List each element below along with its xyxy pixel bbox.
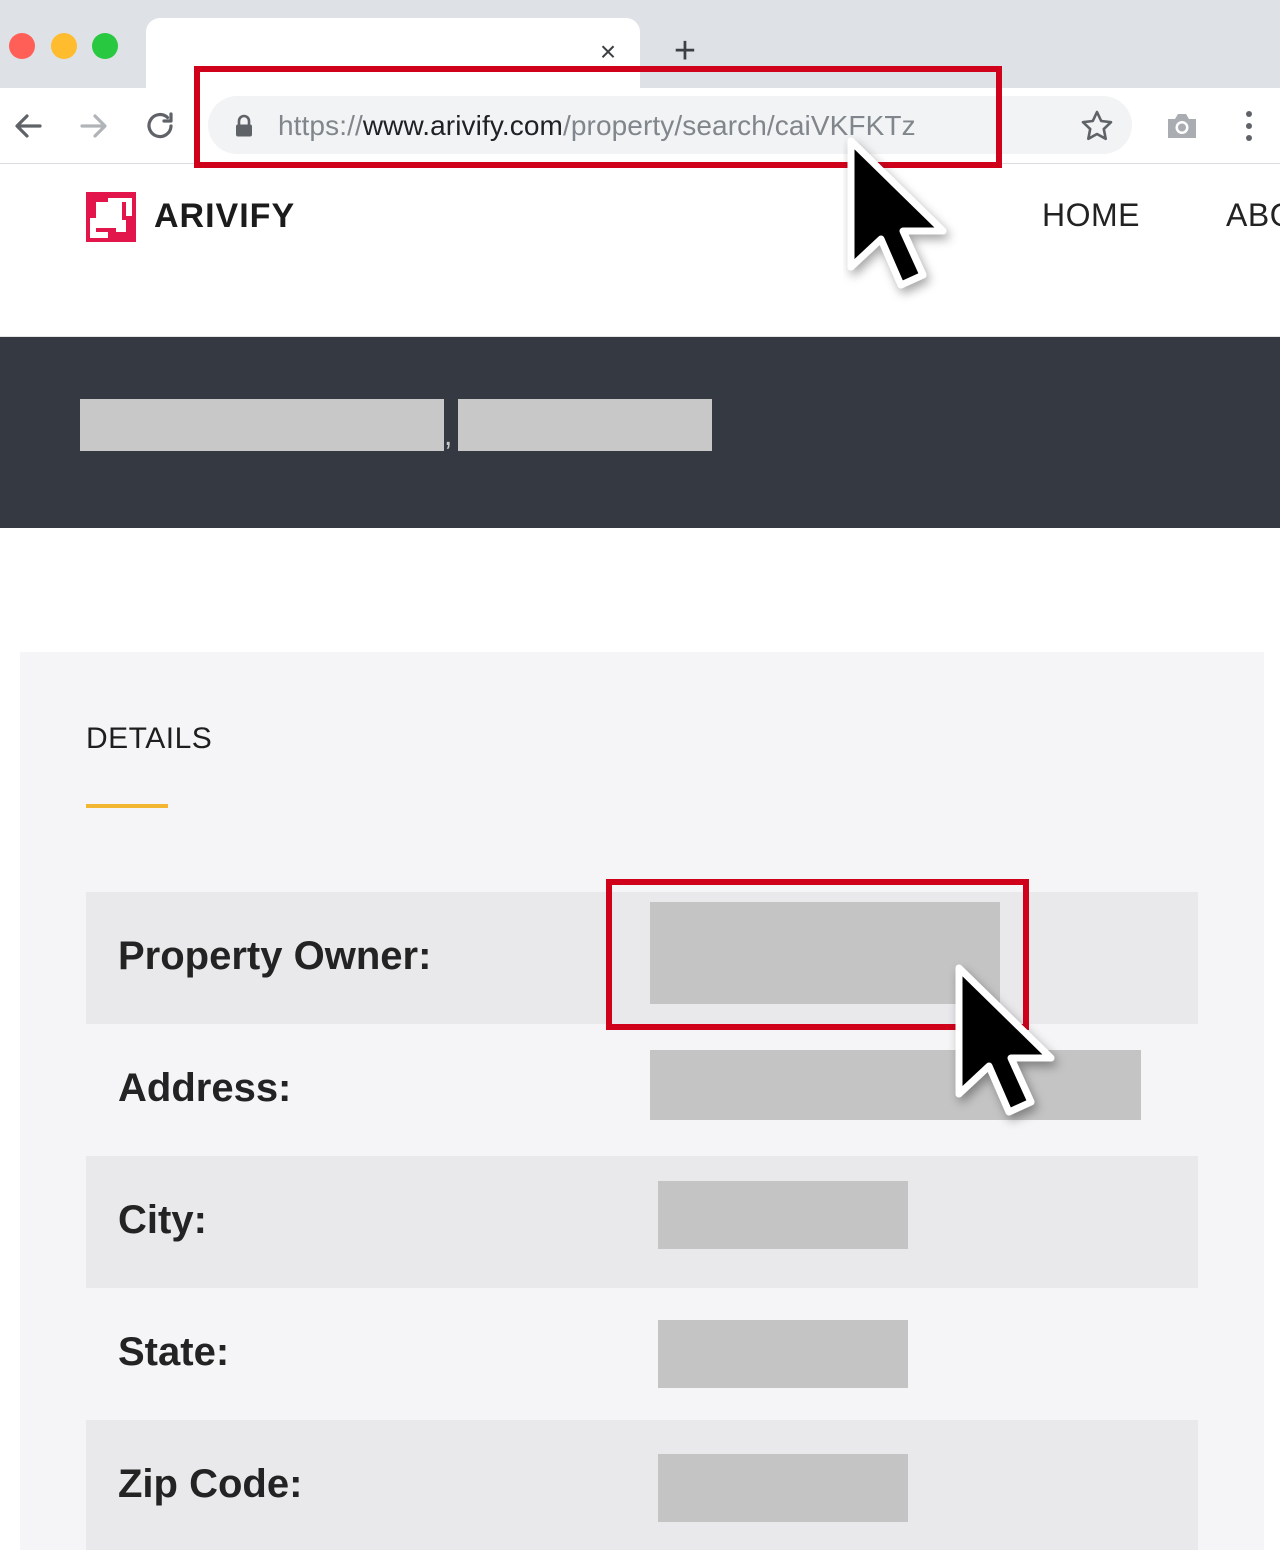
detail-row-state: State: xyxy=(86,1288,1198,1420)
mouse-pointer-icon xyxy=(847,137,947,289)
arivify-logo-icon[interactable] xyxy=(86,192,136,242)
redacted-state-value xyxy=(658,1320,908,1388)
logo-text[interactable]: ARIVIFY xyxy=(154,197,295,236)
window-close-button[interactable] xyxy=(9,33,35,59)
mouse-pointer-icon xyxy=(955,964,1055,1116)
details-heading: DETAILS xyxy=(86,722,213,755)
kebab-menu-icon[interactable] xyxy=(1236,108,1262,144)
detail-label: State: xyxy=(118,1330,230,1374)
reload-icon[interactable] xyxy=(140,106,180,146)
redacted-city-block xyxy=(458,399,712,451)
site-header: ARIVIFY HOME ABOUT xyxy=(0,165,1280,337)
nav-link-home[interactable]: HOME xyxy=(1042,197,1140,234)
window-minimize-button[interactable] xyxy=(51,33,77,59)
redacted-city-value xyxy=(658,1181,908,1249)
arrow-right-icon[interactable] xyxy=(74,106,114,146)
detail-label: Address: xyxy=(118,1066,292,1110)
nav-link-about[interactable]: ABOUT xyxy=(1226,197,1280,234)
detail-label: Zip Code: xyxy=(118,1462,303,1506)
title-separator: , xyxy=(444,419,453,452)
property-title-banner: , xyxy=(0,337,1280,528)
redacted-zip-value xyxy=(658,1454,908,1522)
star-icon[interactable] xyxy=(1080,109,1114,143)
redacted-street-block xyxy=(80,399,444,451)
new-tab-button[interactable]: + xyxy=(668,32,702,70)
camera-icon[interactable] xyxy=(1164,108,1200,144)
arrow-left-icon[interactable] xyxy=(8,106,48,146)
detail-label: City: xyxy=(118,1198,207,1242)
window-maximize-button[interactable] xyxy=(92,33,118,59)
tab-close-icon[interactable]: × xyxy=(594,38,622,66)
detail-row-zip-code: Zip Code: xyxy=(86,1420,1198,1550)
detail-label: Property Owner: xyxy=(118,934,432,978)
details-card: DETAILS Property Owner: Address: City: S… xyxy=(20,652,1264,1550)
heading-underline xyxy=(86,804,168,808)
detail-row-city: City: xyxy=(86,1156,1198,1288)
